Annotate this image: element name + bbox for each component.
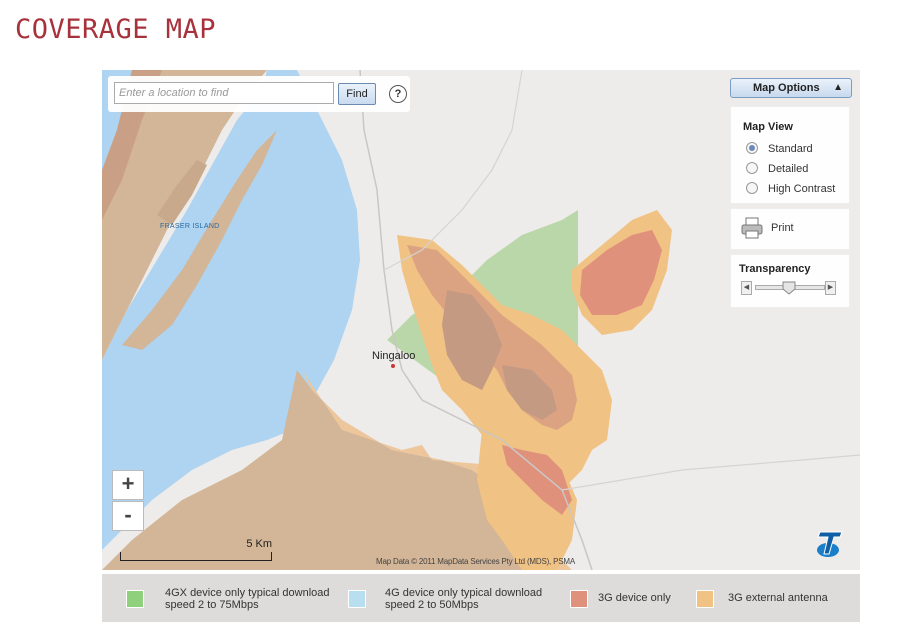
map-view-heading: Map View xyxy=(743,121,793,133)
island-label: FRASER ISLAND xyxy=(160,223,220,230)
legend-text-4gx: 4GX device only typical download speed 2 … xyxy=(165,587,330,611)
map-view-option-high-contrast[interactable]: High Contrast xyxy=(746,182,835,196)
transparency-panel: Transparency ◀ ▶ xyxy=(730,254,850,308)
radio-standard[interactable] xyxy=(746,142,758,155)
slider-thumb[interactable] xyxy=(782,281,796,295)
slider-left-icon[interactable]: ◀ xyxy=(741,281,752,295)
map-options-toggle[interactable]: Map Options ▲ xyxy=(730,78,852,98)
map-view-panel: Map View Standard Detailed High Contrast xyxy=(730,106,850,204)
town-label: Ningaloo xyxy=(372,350,416,362)
find-button[interactable]: Find xyxy=(338,83,376,105)
telstra-logo-icon xyxy=(817,531,843,557)
legend-text-3g: 3G device only xyxy=(598,592,671,604)
town-marker xyxy=(391,364,395,368)
slider-right-icon[interactable]: ▶ xyxy=(825,281,836,295)
radio-high-contrast[interactable] xyxy=(746,182,758,195)
map-options-label: Map Options xyxy=(753,82,820,94)
legend-swatch-3g-external xyxy=(696,590,714,608)
collapse-arrow-icon: ▲ xyxy=(833,82,843,93)
zoom-in-button[interactable]: + xyxy=(112,470,144,500)
legend-text-4g: 4G device only typical download speed 2 t… xyxy=(385,587,543,611)
legend-text-3g-external: 3G external antenna xyxy=(728,592,828,604)
legend-swatch-4g xyxy=(348,590,366,608)
scale-bar: 5 Km xyxy=(120,538,272,562)
legend-swatch-4gx xyxy=(126,590,144,608)
transparency-label: Transparency xyxy=(739,263,811,275)
map-view-option-standard[interactable]: Standard xyxy=(746,142,813,156)
page-title: COVERAGE MAP xyxy=(15,14,217,45)
coverage-map[interactable]: FRASER ISLAND Ningaloo Find ? Map Option… xyxy=(102,70,860,570)
scale-line xyxy=(120,552,272,561)
legend: 4GX device only typical download speed 2 … xyxy=(102,574,860,622)
radio-detailed[interactable] xyxy=(746,162,758,175)
legend-swatch-3g xyxy=(570,590,588,608)
zoom-control: + - xyxy=(112,470,144,532)
map-view-option-detailed[interactable]: Detailed xyxy=(746,162,808,176)
road-east xyxy=(561,454,860,491)
print-label[interactable]: Print xyxy=(771,222,794,234)
printer-icon[interactable] xyxy=(741,217,763,239)
map-attribution: Map Data © 2011 MapData Services Pty Ltd… xyxy=(376,557,575,566)
search-box: Find ? xyxy=(108,76,410,112)
zoom-out-button[interactable]: - xyxy=(112,501,144,531)
scale-label: 5 Km xyxy=(246,538,272,550)
transparency-slider[interactable]: ◀ ▶ xyxy=(741,281,837,295)
help-button[interactable]: ? xyxy=(389,85,407,103)
print-panel[interactable]: Print xyxy=(730,208,850,250)
search-input[interactable] xyxy=(114,82,334,104)
